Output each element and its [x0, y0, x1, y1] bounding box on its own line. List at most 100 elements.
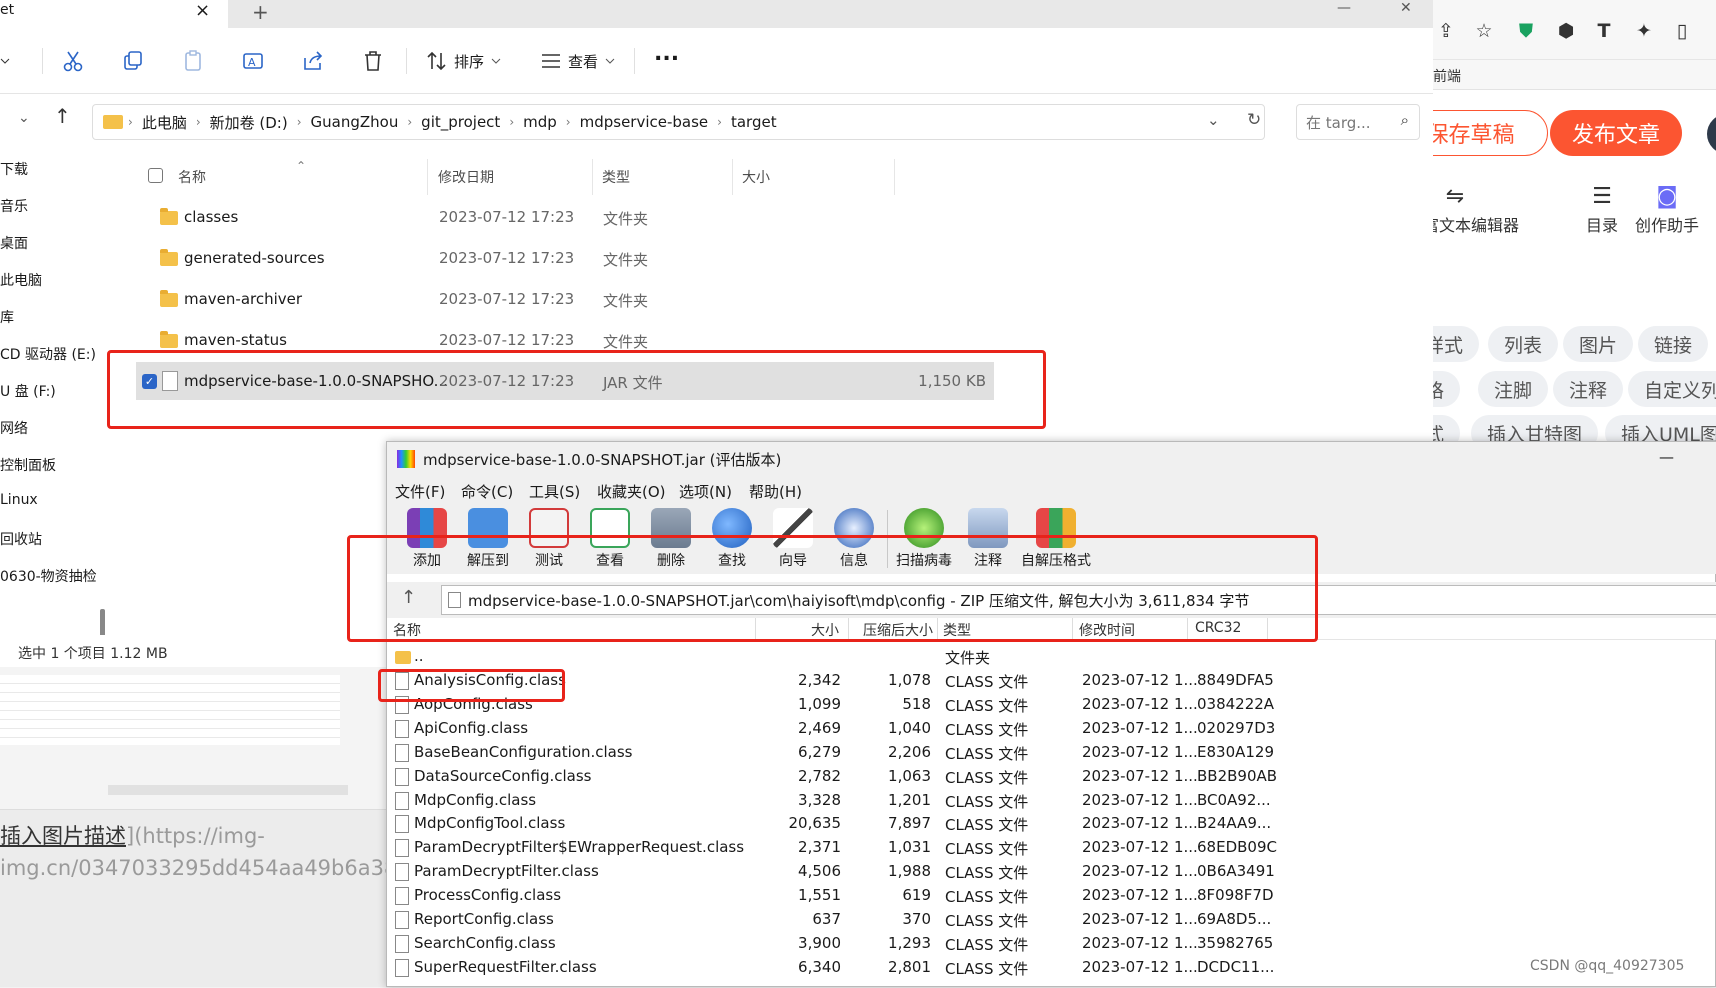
- class-file-icon: [395, 767, 409, 786]
- archive-row[interactable]: ReportConfig.class 637 370 CLASS 文件 2023-07-…: [387, 907, 1716, 931]
- delete-icon[interactable]: [362, 48, 390, 74]
- archive-row[interactable]: ParamDecryptFilter.class 4,506 1,988 CLASS …: [387, 859, 1716, 883]
- row-name: ApiConfig.class: [414, 718, 529, 737]
- file-row[interactable]: maven-archiver 2023-07-12 17:23 文件夹: [136, 280, 894, 318]
- cube-icon[interactable]: ⬢: [1553, 18, 1579, 44]
- breadcrumb-item[interactable]: GuangZhou: [311, 113, 399, 131]
- archive-row[interactable]: ApiConfig.class 2,469 1,040 CLASS 文件 2023-07…: [387, 716, 1716, 740]
- more-icon[interactable]: ...: [654, 40, 679, 66]
- column-type[interactable]: 类型: [602, 167, 630, 187]
- share-icon[interactable]: ⇪: [1433, 18, 1459, 44]
- breadcrumb-item[interactable]: 新加卷 (D:): [210, 112, 288, 133]
- chevron-right-icon: ›: [195, 115, 201, 129]
- archive-row-parent[interactable]: .. 文件夹: [387, 644, 1716, 668]
- menu-favorites[interactable]: 收藏夹(O): [597, 481, 666, 502]
- nav-item[interactable]: 回收站: [0, 529, 42, 549]
- sort-button[interactable]: 排序: [426, 48, 508, 74]
- breadcrumb-item[interactable]: git_project: [421, 113, 500, 131]
- star-icon[interactable]: ☆: [1471, 18, 1497, 44]
- menu-command[interactable]: 命令(C): [461, 481, 513, 502]
- nav-item[interactable]: 此电脑: [0, 270, 42, 290]
- up-arrow-icon[interactable]: ↑: [54, 104, 71, 128]
- copy-icon[interactable]: [122, 48, 150, 74]
- nav-item[interactable]: 0630-物资抽检: [0, 566, 97, 586]
- chip-footnote[interactable]: 注脚: [1478, 371, 1549, 407]
- chip-table[interactable]: 格: [1433, 371, 1461, 407]
- view-button[interactable]: 查看: [540, 48, 622, 74]
- chip-link[interactable]: 链接: [1638, 326, 1709, 362]
- new-tab-icon[interactable]: +: [252, 0, 269, 24]
- sidebar-icon[interactable]: ▯: [1669, 18, 1695, 44]
- search-input[interactable]: 在 targ... ⌕: [1296, 104, 1420, 140]
- menu-help[interactable]: 帮助(H): [749, 481, 802, 502]
- minimize-icon[interactable]: —: [1659, 448, 1674, 466]
- minimize-icon[interactable]: —: [1337, 0, 1351, 16]
- chip-comment[interactable]: 注释: [1553, 371, 1624, 407]
- archive-row[interactable]: ParamDecryptFilter$EWrapperRequest.class…: [387, 835, 1716, 859]
- puzzle-icon[interactable]: ✦: [1631, 18, 1657, 44]
- nav-item[interactable]: 音乐: [0, 196, 28, 216]
- archive-row[interactable]: BaseBeanConfiguration.class 6,279 2,206 CLA…: [387, 740, 1716, 764]
- chip-style[interactable]: 样式: [1433, 326, 1480, 362]
- chip-custom-list[interactable]: 自定义列: [1628, 371, 1716, 407]
- file-row[interactable]: generated-sources 2023-07-12 17:23 文件夹: [136, 239, 894, 277]
- recent-dropdown-icon[interactable]: ⌄: [18, 110, 30, 126]
- chip-list[interactable]: 列表: [1488, 326, 1559, 362]
- breadcrumb-item[interactable]: mdpservice-base: [580, 113, 709, 131]
- file-row[interactable]: classes 2023-07-12 17:23 文件夹: [136, 198, 894, 236]
- refresh-icon[interactable]: ↻: [1247, 110, 1261, 130]
- nav-item[interactable]: Linux: [0, 492, 38, 508]
- row-size: 6,340: [798, 957, 841, 976]
- archive-row[interactable]: MdpConfigTool.class 20,635 7,897 CLASS 文件 20…: [387, 811, 1716, 835]
- close-window-icon[interactable]: ✕: [1400, 0, 1412, 16]
- nav-item[interactable]: U 盘 (F:): [0, 381, 56, 401]
- rename-icon[interactable]: A: [242, 48, 272, 74]
- column-name[interactable]: 名称: [178, 167, 206, 187]
- menu-options[interactable]: 选项(N): [679, 481, 732, 502]
- archive-row[interactable]: AopConfig.class 1,099 518 CLASS 文件 2023-07-1…: [387, 692, 1716, 716]
- close-icon[interactable]: ×: [195, 0, 210, 21]
- explorer-tab[interactable]: et ×: [0, 0, 228, 28]
- archive-row[interactable]: SuperRequestFilter.class 6,340 2,801 CLASS …: [387, 955, 1716, 979]
- archive-row[interactable]: DataSourceConfig.class 2,782 1,063 CLASS 文件…: [387, 764, 1716, 788]
- chip-image[interactable]: 图片: [1563, 326, 1634, 362]
- rich-editor-tool[interactable]: ⇋ 使用富文本编辑器: [1433, 180, 1519, 236]
- bookmark-item[interactable]: 前端: [1433, 69, 1461, 85]
- markdown-text-area[interactable]: 插入图片描述](https://img- img.cn/0347033295dd…: [0, 810, 400, 987]
- archive-row[interactable]: ProcessConfig.class 1,551 619 CLASS 文件 2023-…: [387, 883, 1716, 907]
- column-date[interactable]: 修改日期: [438, 167, 494, 187]
- row-modified: 2023-07-12 1...: [1082, 933, 1198, 952]
- select-all-checkbox[interactable]: [148, 168, 163, 183]
- nav-item[interactable]: 下载: [0, 159, 28, 179]
- toc-tool[interactable]: ☰ 目录: [1586, 180, 1618, 236]
- column-size[interactable]: 大小: [742, 167, 770, 187]
- nav-item[interactable]: CD 驱动器 (E:): [0, 344, 96, 364]
- cut-icon[interactable]: [62, 48, 90, 74]
- breadcrumb-item[interactable]: 此电脑: [142, 112, 187, 133]
- text-extension-icon[interactable]: T: [1591, 18, 1617, 44]
- chevron-right-icon: ›: [407, 115, 413, 129]
- nav-item[interactable]: 桌面: [0, 233, 28, 253]
- assistant-tool[interactable]: ◙ 创作助手: [1635, 180, 1699, 236]
- nav-item[interactable]: 网络: [0, 418, 28, 438]
- paste-icon[interactable]: [182, 48, 210, 74]
- nav-item[interactable]: 控制面板: [0, 455, 56, 475]
- shield-icon[interactable]: ⛊: [1513, 18, 1539, 44]
- address-bar[interactable]: › 此电脑 › 新加卷 (D:) › GuangZhou › git_proje…: [92, 104, 1265, 140]
- address-dropdown-icon[interactable]: ⌄: [1207, 111, 1220, 129]
- nav-scrollbar[interactable]: [100, 609, 105, 635]
- new-dropdown-icon[interactable]: [0, 48, 16, 74]
- archive-row[interactable]: AnalysisConfig.class 2,342 1,078 CLASS 文件 20…: [387, 668, 1716, 692]
- menu-file[interactable]: 文件(F): [395, 481, 445, 502]
- share-icon[interactable]: [302, 48, 330, 74]
- breadcrumb-item[interactable]: target: [731, 113, 777, 131]
- save-draft-button[interactable]: 保存草稿: [1433, 110, 1548, 156]
- nav-item[interactable]: 库: [0, 307, 14, 327]
- avatar[interactable]: [1707, 114, 1716, 154]
- archive-row[interactable]: SearchConfig.class 3,900 1,293 CLASS 文件 2023…: [387, 931, 1716, 955]
- publish-button[interactable]: 发布文章: [1550, 110, 1682, 156]
- menu-tools[interactable]: 工具(S): [529, 481, 580, 502]
- row-packed: 1,078: [888, 671, 931, 689]
- breadcrumb-item[interactable]: mdp: [523, 113, 557, 131]
- archive-row[interactable]: MdpConfig.class 3,328 1,201 CLASS 文件 2023-07…: [387, 788, 1716, 812]
